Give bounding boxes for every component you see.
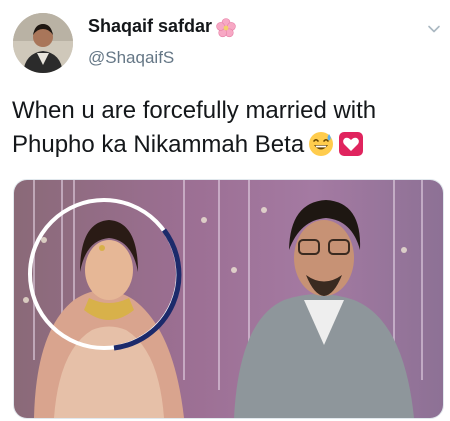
tweet-card: Shaqaif safdar @ShaqaifS When u are forc…	[0, 0, 450, 421]
avatar[interactable]	[13, 13, 73, 73]
author-name[interactable]: Shaqaif safdar	[88, 16, 212, 37]
cherry-blossom-icon	[216, 18, 236, 38]
grinning-sweat-icon	[308, 131, 334, 157]
heart-box-icon	[338, 131, 364, 157]
tweet-text-line-2-text: Phupho ka Nikammah Beta	[12, 131, 305, 158]
tweet-text-line-1: When u are forcefully married with	[12, 97, 377, 124]
tweet-text: When u are forcefully married with Phuph…	[12, 94, 442, 162]
tweet-photo[interactable]	[13, 179, 444, 419]
chevron-down-icon[interactable]	[427, 22, 441, 36]
tweet-text-line-2: Phupho ka Nikammah Beta	[12, 128, 442, 162]
author-handle[interactable]: @ShaqaifS	[88, 48, 174, 68]
